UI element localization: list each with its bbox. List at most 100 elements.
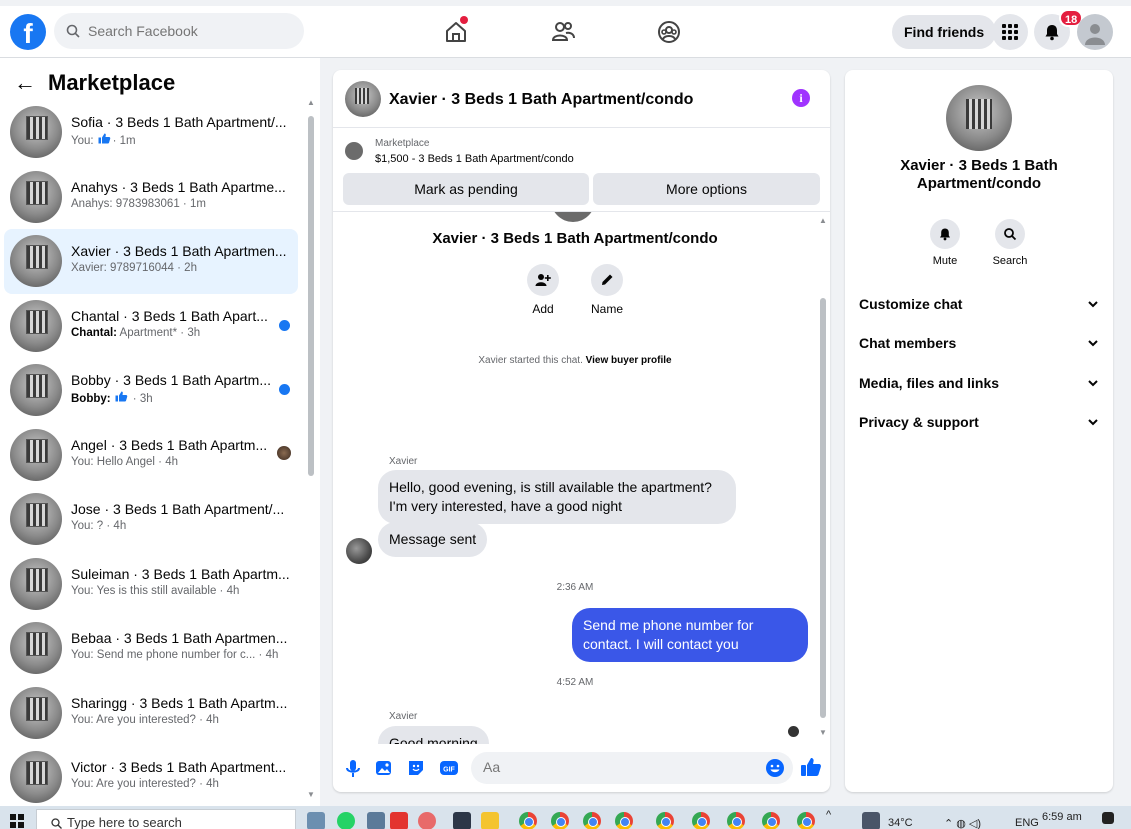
- mute-button[interactable]: Mute: [920, 219, 970, 267]
- preview-text: ?: [93, 520, 104, 532]
- scroll-down-arrow-icon[interactable]: ▼: [307, 790, 315, 799]
- find-friends-button[interactable]: Find friends: [892, 15, 997, 49]
- show-hidden-icons-arrow[interactable]: ^: [826, 809, 831, 821]
- conversation-item[interactable]: Jose · 3 Beds 1 Bath Apartment/... You: ?…: [4, 487, 298, 552]
- thread-avatar: [551, 212, 595, 222]
- conversation-item[interactable]: Anahys · 3 Beds 1 Bath Apartme... Anahys:…: [4, 165, 298, 230]
- like-thumb-icon[interactable]: [800, 756, 822, 778]
- customize-chat-section[interactable]: Customize chat: [859, 289, 1099, 319]
- conversation-preview: You: Send me phone number for c... · 4h: [71, 649, 278, 661]
- weather-icon[interactable]: [862, 812, 880, 829]
- notification-center-icon[interactable]: [1102, 812, 1114, 824]
- file-explorer-icon[interactable]: [481, 812, 499, 829]
- chrome-icon[interactable]: [692, 812, 710, 829]
- preview-text: Are you interested?: [93, 713, 196, 726]
- chat-avatar[interactable]: [345, 81, 381, 117]
- search-input[interactable]: [88, 23, 278, 39]
- calculator-icon[interactable]: [367, 812, 385, 829]
- scrollbar-thumb[interactable]: [820, 298, 826, 718]
- seen-avatar: [277, 445, 291, 460]
- conversation-preview: You: Yes is this still available · 4h: [71, 585, 239, 597]
- sidebar-scrollbar[interactable]: ▲ ▼: [306, 98, 316, 799]
- chrome-icon[interactable]: [762, 812, 780, 829]
- chrome-icon[interactable]: [797, 812, 815, 829]
- conversation-preview: Chantal: Apartment* · 3h: [71, 327, 200, 339]
- conversation-item[interactable]: Sofia · 3 Beds 1 Bath Apartment/... You: ·…: [4, 100, 298, 165]
- name-action[interactable]: Name: [577, 264, 637, 316]
- language-indicator[interactable]: ENG: [1015, 817, 1039, 829]
- scroll-up-arrow-icon[interactable]: ▲: [307, 98, 315, 107]
- search-box[interactable]: [54, 13, 304, 49]
- clock[interactable]: 6:59 am: [1042, 811, 1082, 823]
- chrome-icon[interactable]: [519, 812, 537, 829]
- like-thumb-icon: [115, 391, 127, 402]
- preview-sender: Bobby:: [71, 393, 111, 405]
- sidebar-header: ← Marketplace: [14, 70, 175, 96]
- system-tray-icons[interactable]: ⌃ ◍ ◁): [944, 817, 981, 829]
- app-icon[interactable]: [390, 812, 408, 829]
- chrome-icon[interactable]: [727, 812, 745, 829]
- section-label: Privacy & support: [859, 414, 979, 430]
- microphone-icon[interactable]: [343, 758, 363, 778]
- preview-text: Are you interested?: [93, 778, 196, 790]
- incoming-message[interactable]: Hello, good evening, is still available …: [378, 470, 736, 524]
- photo-icon[interactable]: [374, 758, 394, 778]
- groups-icon[interactable]: [655, 18, 683, 46]
- listing-thumbnail: [10, 622, 62, 674]
- conversation-item[interactable]: Angel · 3 Beds 1 Bath Apartm... You: Hell…: [4, 423, 298, 488]
- incoming-message[interactable]: Message sent: [378, 522, 488, 557]
- emoji-icon[interactable]: [765, 758, 785, 778]
- privacy-support-section[interactable]: Privacy & support: [859, 407, 1099, 437]
- friends-icon[interactable]: [549, 18, 577, 46]
- add-person-icon: [535, 274, 551, 286]
- back-arrow-icon[interactable]: ←: [14, 70, 36, 96]
- more-options-button[interactable]: More options: [593, 173, 820, 205]
- conversation-item[interactable]: Bebaa · 3 Beds 1 Bath Apartmen... You: Se…: [4, 616, 298, 681]
- sticker-icon[interactable]: [406, 758, 426, 778]
- chat-scrollbar[interactable]: ▲ ▼: [818, 216, 828, 740]
- gif-icon[interactable]: GIF: [439, 758, 459, 778]
- chrome-icon[interactable]: [551, 812, 569, 829]
- conversation-item[interactable]: Victor · 3 Beds 1 Bath Apartment... You: …: [4, 745, 298, 806]
- preview-time: · 2h: [173, 262, 197, 274]
- account-button[interactable]: [1077, 14, 1113, 50]
- chat-members-section[interactable]: Chat members: [859, 328, 1099, 358]
- listing-thumbnail: [10, 686, 62, 739]
- chrome-icon[interactable]: [583, 812, 601, 829]
- conversation-item[interactable]: Chantal · 3 Beds 1 Bath Apart... Chantal:…: [4, 294, 298, 359]
- listing-thumbnail: [10, 170, 62, 223]
- chrome-icon[interactable]: [656, 812, 674, 829]
- windows-start-icon[interactable]: [10, 814, 24, 828]
- add-action[interactable]: Add: [513, 264, 573, 316]
- message-input-box[interactable]: [471, 752, 793, 784]
- listing-title[interactable]: $1,500 - 3 Beds 1 Bath Apartment/condo: [375, 153, 574, 165]
- conversation-item[interactable]: Sharingg · 3 Beds 1 Bath Apartm... You: A…: [4, 681, 298, 746]
- incoming-message[interactable]: Good morning: [378, 726, 489, 744]
- app-icon[interactable]: [453, 812, 471, 829]
- taskbar-search[interactable]: Type here to search: [36, 809, 296, 829]
- mark-as-pending-button[interactable]: Mark as pending: [343, 173, 589, 205]
- message-input[interactable]: [483, 759, 743, 775]
- preview-time: · 4h: [255, 649, 279, 661]
- chrome-icon[interactable]: [615, 812, 633, 829]
- menu-button[interactable]: [992, 14, 1028, 50]
- search-conversation-button[interactable]: Search: [985, 219, 1035, 267]
- sidebar-title: Marketplace: [48, 70, 176, 95]
- scroll-up-arrow-icon[interactable]: ▲: [819, 216, 827, 225]
- conversation-item[interactable]: Suleiman · 3 Beds 1 Bath Apartm... You: Y…: [4, 552, 298, 617]
- scroll-down-arrow-icon[interactable]: ▼: [819, 728, 827, 737]
- temperature[interactable]: 34°C: [888, 817, 913, 829]
- chat-title[interactable]: Xavier · 3 Beds 1 Bath Apartment/condo: [389, 91, 693, 109]
- snipping-tool-icon[interactable]: [418, 812, 436, 829]
- facebook-logo-icon[interactable]: f: [10, 14, 46, 50]
- listing-thumbnail: [10, 235, 62, 287]
- conversation-item[interactable]: Xavier · 3 Beds 1 Bath Apartmen... Xavier…: [4, 229, 298, 294]
- task-view-icon[interactable]: [307, 812, 325, 829]
- scrollbar-thumb[interactable]: [308, 116, 314, 476]
- outgoing-message[interactable]: Send me phone number for contact. I will…: [572, 608, 808, 662]
- info-icon[interactable]: i: [792, 89, 810, 107]
- whatsapp-icon[interactable]: [337, 812, 355, 829]
- view-buyer-profile-link[interactable]: View buyer profile: [586, 355, 672, 366]
- conversation-item[interactable]: Bobby · 3 Beds 1 Bath Apartm... Bobby: · …: [4, 358, 298, 423]
- media-files-links-section[interactable]: Media, files and links: [859, 368, 1099, 398]
